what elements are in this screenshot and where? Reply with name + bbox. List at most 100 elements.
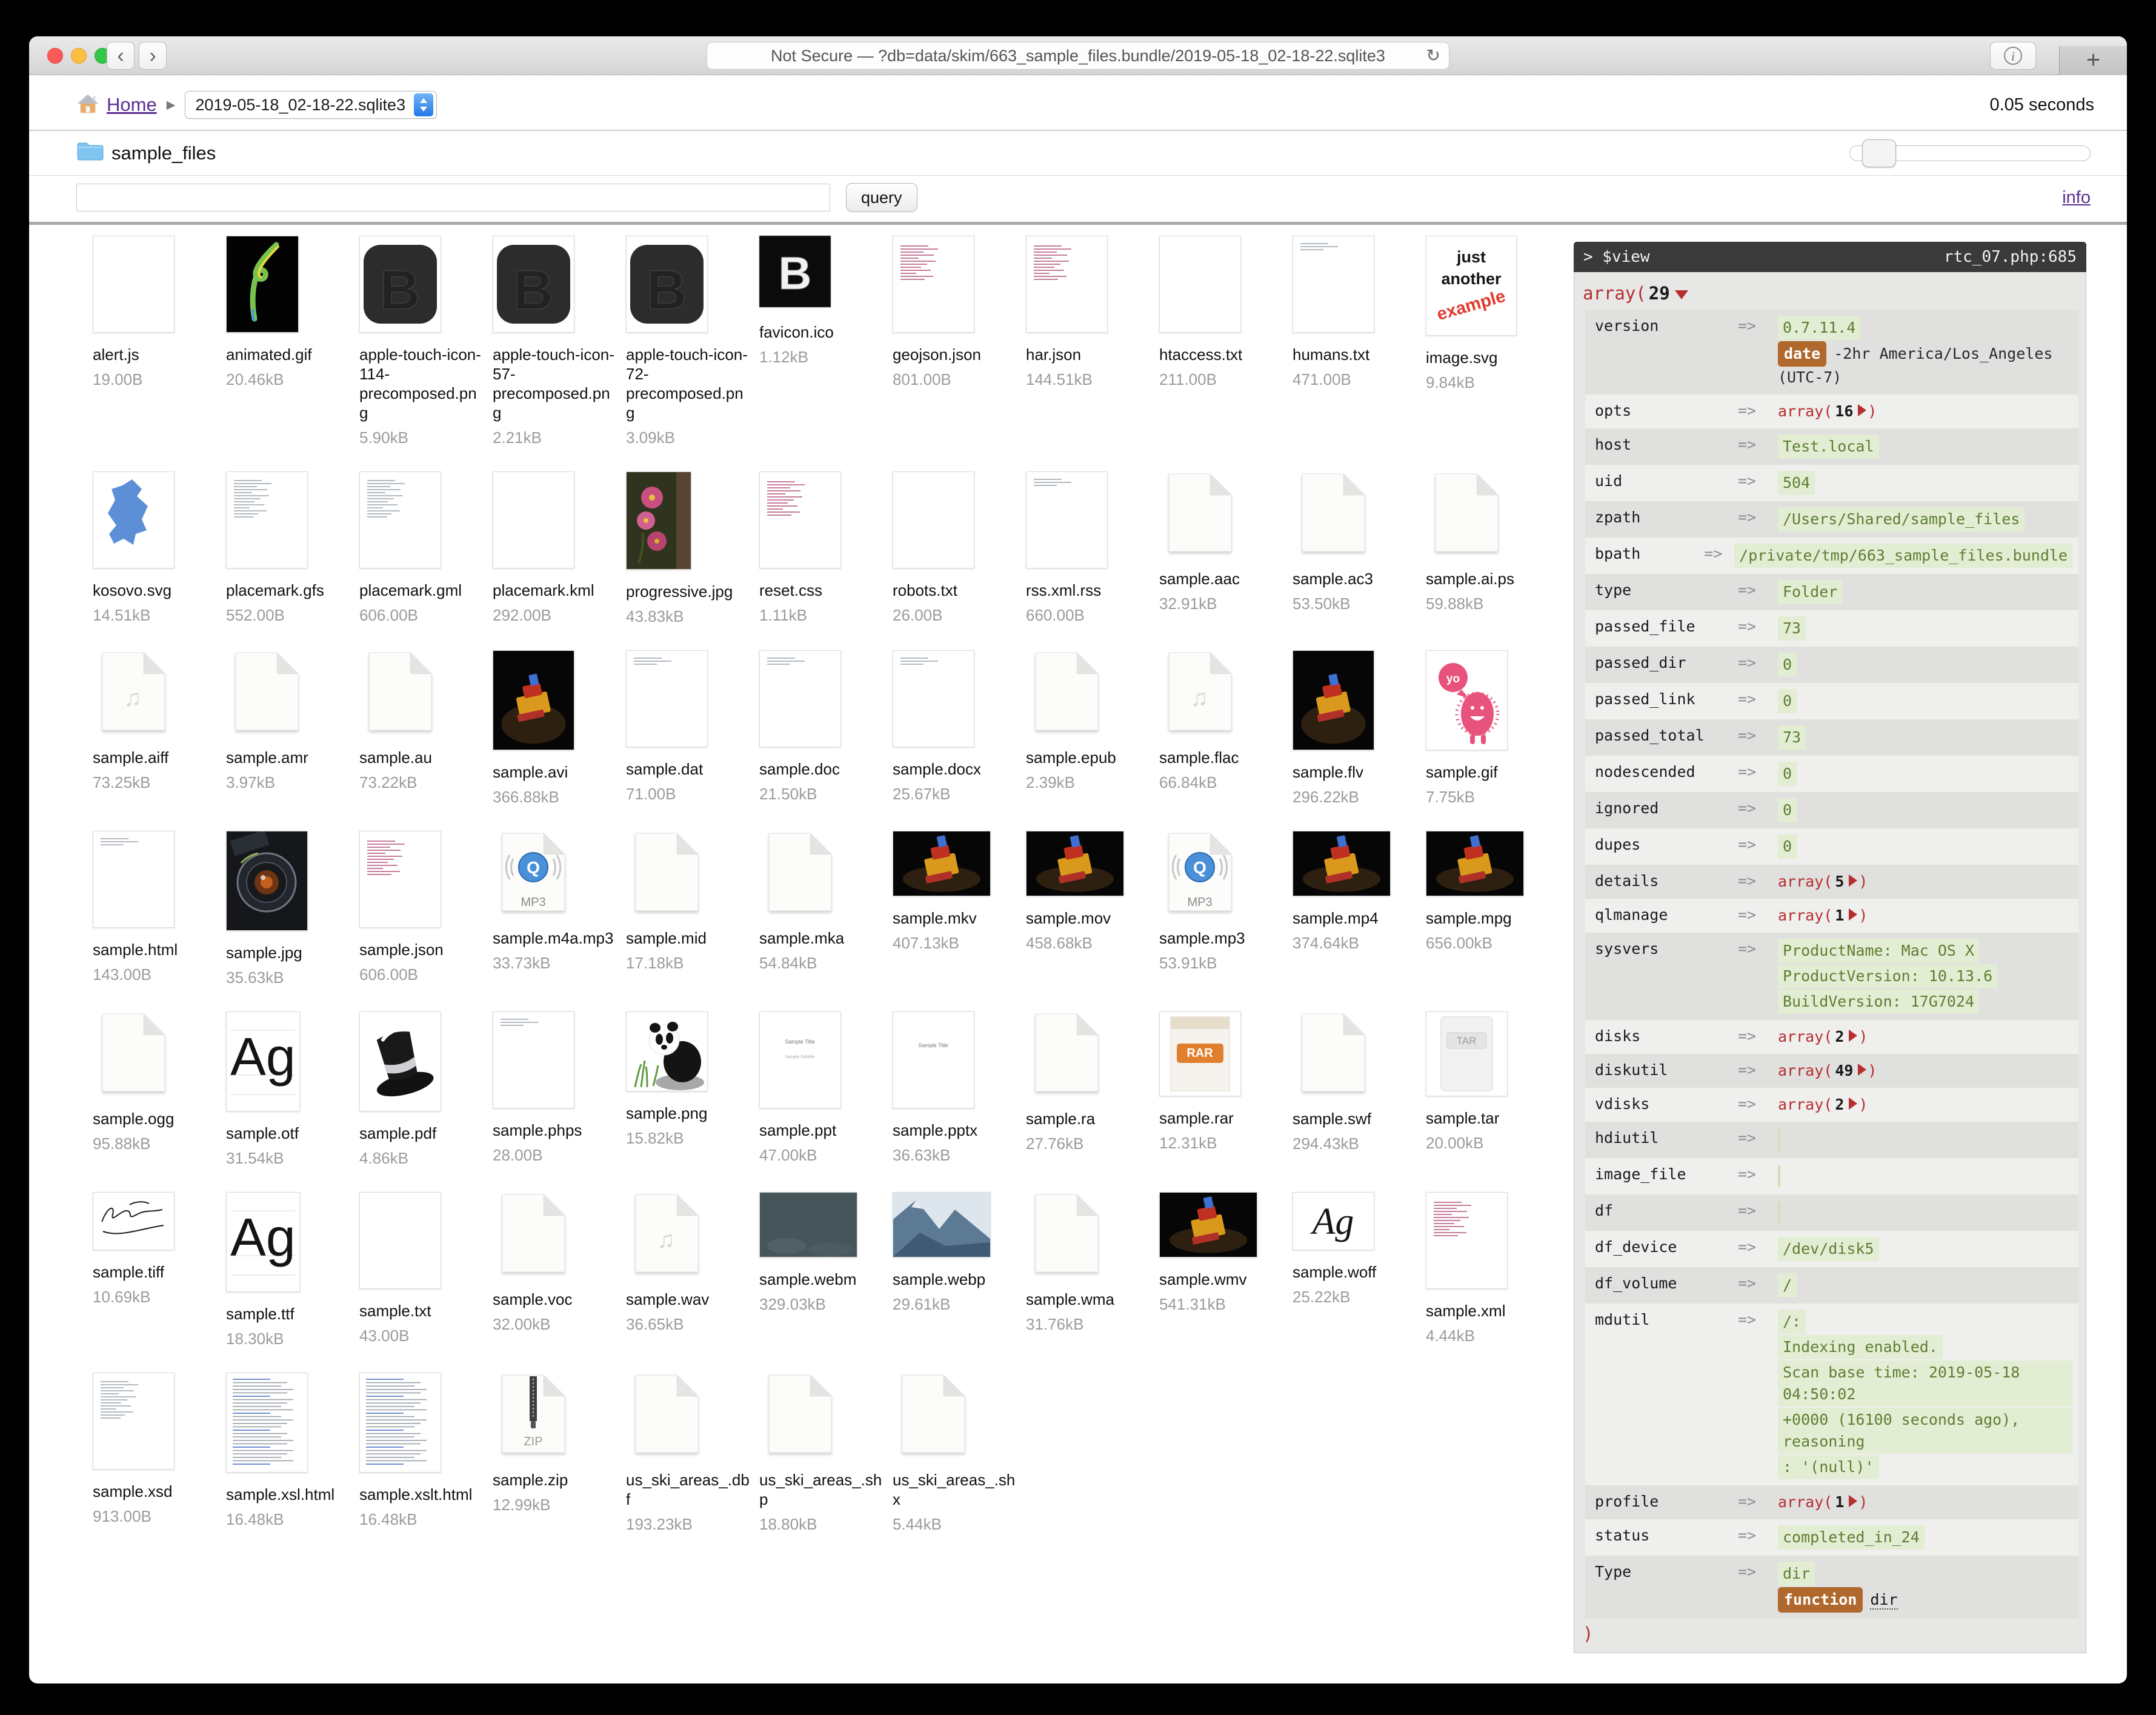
file-item[interactable]: sample.xml 4.44kB (1426, 1192, 1554, 1345)
file-item[interactable]: B apple-touch-icon-72-precomposed.png 3.… (626, 236, 754, 447)
monster-thumbnail[interactable]: yo (1426, 650, 1554, 750)
file-item[interactable]: rss.xml.rss 660.00B (1026, 471, 1154, 625)
box-blank-thumbnail[interactable] (359, 1192, 488, 1289)
lens-thumbnail[interactable] (226, 831, 354, 931)
file-item[interactable]: B apple-touch-icon-57-precomposed.png 2.… (493, 236, 621, 447)
file-item[interactable]: placemark.kml 292.00B (493, 471, 621, 625)
file-item[interactable]: sample.docx 25.67kB (893, 650, 1021, 804)
file-item[interactable]: sample.html 143.00B (93, 831, 221, 984)
file-item[interactable]: sample.ac3 53.50kB (1293, 471, 1421, 613)
file-item[interactable]: alert.js 19.00B (93, 236, 221, 389)
box-blank-thumbnail[interactable] (493, 471, 621, 568)
file-item[interactable]: B apple-touch-icon-114-precomposed.png 5… (359, 236, 488, 447)
database-select[interactable]: 2019-05-18_02-18-22.sqlite3 (185, 91, 437, 119)
box-lines-top-thumbnail[interactable] (1026, 471, 1154, 568)
address-bar[interactable]: Not Secure — ?db=data/skim/663_sample_fi… (707, 42, 1449, 70)
file-item[interactable]: humans.txt 471.00B (1293, 236, 1421, 389)
file-item[interactable]: Ag sample.ttf 18.30kB (226, 1192, 354, 1348)
box-blank-thumbnail[interactable] (893, 471, 1021, 568)
file-item[interactable]: sample.wma 31.76kB (1026, 1192, 1154, 1334)
box-lines-thumbnail[interactable] (226, 471, 354, 568)
expand-array-control[interactable]: array(1) (1778, 907, 1868, 924)
lego-wide-thumbnail[interactable] (1293, 831, 1421, 896)
kosovo-thumbnail[interactable] (93, 471, 221, 568)
file-item[interactable]: sample.xslt.html 16.48kB (359, 1373, 488, 1529)
doc-thumbnail[interactable] (1293, 1011, 1421, 1097)
file-item[interactable]: sample.voc 32.00kB (493, 1192, 621, 1334)
file-item[interactable]: sample.txt 43.00B (359, 1192, 488, 1345)
lego-tall-thumbnail[interactable] (493, 650, 621, 750)
file-item[interactable]: sample.mkv 407.13kB (893, 831, 1021, 953)
file-item[interactable]: Sample Title sample.pptx 36.63kB (893, 1011, 1021, 1165)
file-item[interactable]: sample.mka 54.84kB (759, 831, 888, 973)
doc-thumbnail[interactable] (1426, 471, 1554, 557)
file-item[interactable]: Ag sample.otf 31.54kB (226, 1011, 354, 1168)
file-item[interactable]: Q MP3 sample.mp3 53.91kB (1159, 831, 1288, 973)
doc-thumbnail[interactable] (759, 831, 888, 916)
box-lines-red-thumbnail[interactable] (1026, 236, 1154, 333)
expand-array-control[interactable]: array(2) (1778, 1028, 1868, 1045)
file-item[interactable]: sample.pdf 4.86kB (359, 1011, 488, 1168)
zip-thumbnail[interactable]: ZIP (493, 1373, 621, 1458)
doc-thumbnail[interactable] (759, 1373, 888, 1458)
touch-icon-thumbnail[interactable]: B (359, 236, 488, 333)
doc-thumbnail[interactable] (1026, 1011, 1154, 1097)
flowers-thumbnail[interactable] (626, 471, 754, 570)
debug-header[interactable]: > $view rtc_07.php:685 (1574, 242, 2086, 272)
signature-thumbnail[interactable] (93, 1192, 221, 1250)
touch-icon-thumbnail[interactable]: B (493, 236, 621, 333)
webm-thumbnail[interactable] (759, 1192, 888, 1257)
box-blank-thumbnail[interactable] (1159, 236, 1288, 333)
file-item[interactable]: B favicon.ico 1.12kB (759, 236, 888, 367)
reload-icon[interactable]: ↻ (1426, 42, 1440, 69)
file-item[interactable]: sample.au 73.22kB (359, 650, 488, 792)
file-item[interactable]: robots.txt 26.00B (893, 471, 1021, 625)
file-item[interactable]: sample.webp 29.61kB (893, 1192, 1021, 1314)
close-window-icon[interactable] (47, 48, 63, 64)
file-item[interactable]: sample.ra 27.76kB (1026, 1011, 1154, 1153)
info-link[interactable]: info (2062, 188, 2091, 208)
file-item[interactable]: har.json 144.51kB (1026, 236, 1154, 389)
file-item[interactable]: sample.mid 17.18kB (626, 831, 754, 973)
file-item[interactable]: Sample Title Sample Subtitle sample.ppt … (759, 1011, 888, 1165)
file-item[interactable]: progressive.jpg 43.83kB (626, 471, 754, 626)
box-lines-red-thumbnail[interactable] (359, 831, 488, 928)
file-item[interactable]: sample.ai.ps 59.88kB (1426, 471, 1554, 613)
music-thumbnail[interactable]: ♫ (1159, 650, 1288, 736)
doc-thumbnail[interactable] (493, 1192, 621, 1277)
forward-button[interactable]: › (139, 42, 167, 70)
tophat-thumbnail[interactable] (359, 1011, 488, 1111)
webp-thumbnail[interactable] (893, 1192, 1021, 1257)
file-item[interactable]: us_ski_areas_.dbf 193.23kB (626, 1373, 754, 1534)
minimize-window-icon[interactable] (71, 48, 87, 64)
expand-array-control[interactable]: array(49) (1778, 1062, 1877, 1079)
box-lines-top-thumbnail[interactable] (893, 650, 1021, 747)
file-item[interactable]: animated.gif 20.46kB (226, 236, 354, 389)
expand-array-control[interactable]: array(2) (1778, 1096, 1868, 1113)
query-input[interactable] (76, 184, 830, 211)
doc-thumbnail[interactable] (1026, 650, 1154, 736)
file-item[interactable]: ZIP sample.zip 12.99kB (493, 1373, 621, 1514)
lego-wide-thumbnail[interactable] (1159, 1192, 1288, 1257)
doc-thumbnail[interactable] (893, 1373, 1021, 1458)
file-item[interactable]: sample.xsl.html 16.48kB (226, 1373, 354, 1529)
music-thumbnail[interactable]: ♫ (626, 1192, 754, 1277)
file-item[interactable]: sample.png 15.82kB (626, 1011, 754, 1148)
file-item[interactable]: sample.wmv 541.31kB (1159, 1192, 1288, 1314)
doc-thumbnail[interactable] (93, 1011, 221, 1097)
doc-thumbnail[interactable] (626, 831, 754, 916)
box-lines-red-thumbnail[interactable] (759, 471, 888, 568)
file-item[interactable]: sample.webm 329.03kB (759, 1192, 888, 1314)
file-item[interactable]: sample.swf 294.43kB (1293, 1011, 1421, 1153)
file-item[interactable]: sample.mov 458.68kB (1026, 831, 1154, 953)
ag-thumbnail[interactable]: Ag (226, 1011, 354, 1111)
file-item[interactable]: sample.tiff 10.69kB (93, 1192, 221, 1307)
doc-thumbnail[interactable] (1293, 471, 1421, 557)
file-item[interactable]: sample.mp4 374.64kB (1293, 831, 1421, 953)
doc-thumbnail[interactable] (359, 650, 488, 736)
expand-array-control[interactable]: array(16) (1778, 402, 1877, 420)
back-button[interactable]: ‹ (107, 42, 135, 70)
file-item[interactable]: yo sample.gif 7.75kB (1426, 650, 1554, 807)
music-thumbnail[interactable]: ♫ (93, 650, 221, 736)
box-lines-thumbnail[interactable] (359, 471, 488, 568)
